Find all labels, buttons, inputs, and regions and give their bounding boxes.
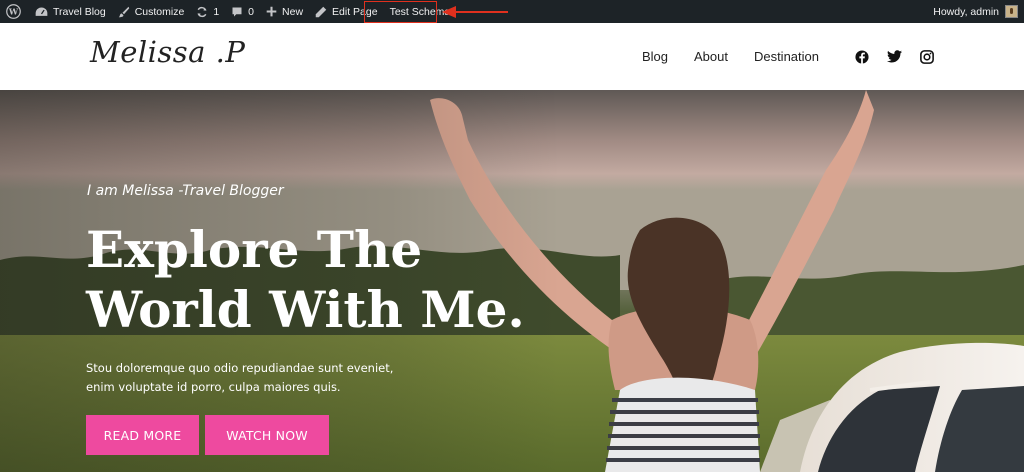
hero-title-line-2: World With Me. — [86, 280, 525, 339]
nav-item-about[interactable]: About — [694, 49, 728, 64]
updates-count: 1 — [213, 5, 220, 18]
new-label: New — [282, 5, 304, 18]
site-name-label: Travel Blog — [53, 5, 106, 18]
my-account-menu[interactable]: Howdy, admin — [927, 0, 1024, 23]
site-name-menu[interactable]: Travel Blog — [29, 0, 112, 23]
customize-label: Customize — [134, 5, 185, 18]
update-icon — [197, 6, 207, 17]
twitter-icon[interactable] — [887, 50, 902, 63]
hero-description-line-2: enim voluptate id porro, culpa maiores q… — [86, 380, 341, 394]
instagram-icon[interactable] — [920, 49, 934, 64]
main-navigation: Blog About Destination — [616, 23, 934, 90]
updates-link[interactable]: 1 — [190, 0, 225, 23]
pencil-icon — [315, 6, 327, 17]
hero-section: I am Melissa -Travel Blogger Explore The… — [0, 90, 1024, 472]
social-links — [855, 49, 934, 64]
hero-title-line-1: Explore The — [86, 220, 423, 279]
svg-text:W: W — [8, 7, 19, 17]
comment-icon — [232, 7, 242, 16]
edit-page-link[interactable]: Edit Page — [309, 0, 384, 23]
site-logo[interactable]: Melissa .P — [90, 35, 245, 69]
customize-link[interactable]: Customize — [112, 0, 191, 23]
hero-description-line-1: Stou doloremque quo odio repudiandae sun… — [86, 361, 394, 375]
admin-bar: W Travel Blog Customize 1 0 New Edit Pag… — [0, 0, 1024, 23]
annotation-arrow-icon — [442, 6, 508, 18]
brush-icon — [118, 6, 129, 17]
dashboard-icon — [35, 6, 48, 16]
wordpress-logo-icon[interactable]: W — [0, 0, 29, 23]
new-content-link[interactable]: New — [260, 0, 309, 23]
edit-page-label: Edit Page — [332, 5, 378, 18]
nav-item-destination[interactable]: Destination — [754, 49, 819, 64]
read-more-button[interactable]: READ MORE — [86, 415, 199, 455]
facebook-icon[interactable] — [855, 49, 869, 64]
comments-count: 0 — [248, 5, 255, 18]
howdy-label: Howdy, admin — [933, 5, 999, 18]
comments-link[interactable]: 0 — [225, 0, 260, 23]
hero-description: Stou doloremque quo odio repudiandae sun… — [86, 359, 416, 397]
avatar — [1005, 5, 1018, 18]
hero-subtitle: I am Melissa -Travel Blogger — [87, 183, 284, 199]
watch-now-button[interactable]: WATCH NOW — [205, 415, 329, 455]
nav-item-blog[interactable]: Blog — [642, 49, 668, 64]
hero-title: Explore The World With Me. — [86, 220, 526, 340]
site-header: Melissa .P Blog About Destination — [0, 23, 1024, 90]
plus-icon — [266, 6, 277, 17]
